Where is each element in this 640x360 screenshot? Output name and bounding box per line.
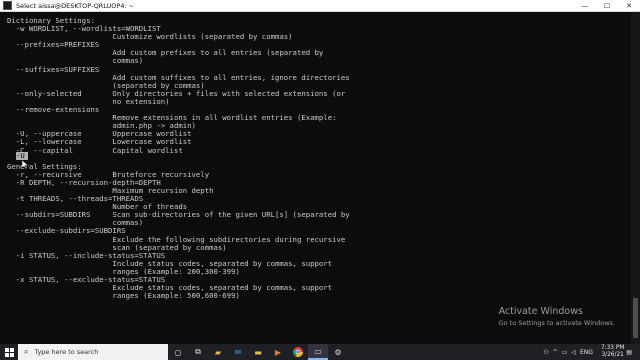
media-icon[interactable]: ▶ [268,344,288,360]
window-title: Select aissa@DESKTOP-QRLUOP4: ~ [16,1,135,10]
close-button[interactable]: ✕ [618,0,640,11]
mail-icon[interactable]: ✉ [228,344,248,360]
search-placeholder: Type here to search [34,348,99,356]
terminal-output[interactable]: Dictionary Settings: -w WORDLIST, --word… [7,17,607,339]
watermark-title: Activate Windows [498,306,583,317]
explorer-icon[interactable]: ▬ [248,344,268,360]
terminal-app-icon [3,1,12,10]
people-icon[interactable]: ⚇ [543,349,548,356]
chevron-up-icon[interactable]: ^ [553,349,558,356]
chrome-icon[interactable] [288,344,308,360]
task-view-icon[interactable]: ⧉ [188,344,208,360]
settings-icon[interactable]: ⚙ [328,344,348,360]
taskbar: ⌕ Type here to search ○ ⧉ ▰ ✉ ▬ ▶ ▭ ⚙ ⚇ … [0,344,640,360]
system-tray: ⚇ ^ ▭ ◁ ENG 7:33 PM 3/26/21 ▤ [541,344,634,360]
search-input[interactable]: ⌕ Type here to search [18,344,168,360]
terminal-icon[interactable]: ▭ [308,344,328,360]
language-indicator[interactable]: ENG [580,349,593,356]
network-icon[interactable]: ▭ [562,349,568,356]
folder-icon[interactable]: ▰ [208,344,228,360]
clock-date: 3/26/21 [601,352,624,358]
window-titlebar[interactable]: Select aissa@DESKTOP-QRLUOP4: ~ — ☐ ✕ [0,0,640,12]
notifications-icon[interactable]: ▤ [626,349,632,356]
cortana-icon[interactable]: ○ [168,344,188,360]
scrollbar-thumb[interactable] [633,298,638,338]
terminal-line: -C, --capital Capital wordlist [7,145,183,155]
search-icon: ⌕ [24,347,29,356]
maximize-button[interactable]: ☐ [596,0,618,11]
minimize-button[interactable]: — [574,0,596,11]
windows-icon[interactable] [0,344,18,360]
mouse-cursor-icon [22,160,28,169]
activate-windows-watermark: Activate Windows Go to Settings to activ… [499,306,615,327]
selected-text: -U [16,151,25,160]
watermark-subtitle: Go to Settings to activate Windows. [498,319,615,327]
clock[interactable]: 7:33 PM 3/26/21 [601,345,624,359]
clock-time: 7:33 PM [600,345,625,351]
terminal-line: ranges (Example: 500,600-699) [7,291,240,301]
volume-icon[interactable]: ◁ [571,349,576,356]
vertical-scrollbar[interactable] [631,12,640,344]
